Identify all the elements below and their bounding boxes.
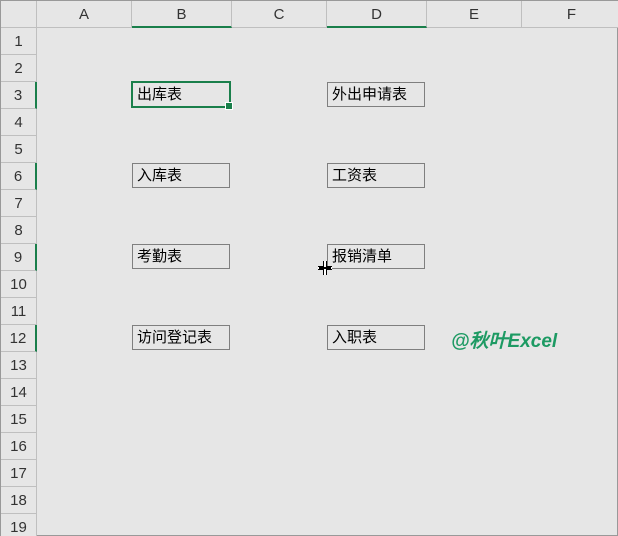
row-header-15[interactable]: 15 [1, 406, 37, 433]
cell-D9[interactable]: 报销清单 [327, 244, 425, 269]
column-header-D[interactable]: D [327, 1, 427, 28]
row-header-12[interactable]: 12 [1, 325, 37, 352]
row-header-3[interactable]: 3 [1, 82, 37, 109]
column-header-C[interactable]: C [232, 1, 327, 28]
row-header-5[interactable]: 5 [1, 136, 37, 163]
cell-B3[interactable]: 出库表 [132, 82, 230, 107]
cell-B12[interactable]: 访问登记表 [132, 325, 230, 350]
cell-B9[interactable]: 考勤表 [132, 244, 230, 269]
watermark: @秋叶Excel [451, 326, 557, 353]
select-all-corner[interactable] [1, 1, 37, 28]
row-header-6[interactable]: 6 [1, 163, 37, 190]
row-header-1[interactable]: 1 [1, 28, 37, 55]
row-header-2[interactable]: 2 [1, 55, 37, 82]
cell-D12[interactable]: 入职表 [327, 325, 425, 350]
row-header-17[interactable]: 17 [1, 460, 37, 487]
cell-grid[interactable]: 出库表 外出申请表入库表 工资表考勤表 报销清单访问登记表 入职表 [37, 28, 617, 535]
row-header-8[interactable]: 8 [1, 217, 37, 244]
column-header-F[interactable]: F [522, 1, 618, 28]
column-header-B[interactable]: B [132, 1, 232, 28]
row-header-4[interactable]: 4 [1, 109, 37, 136]
row-header-11[interactable]: 11 [1, 298, 37, 325]
cell-D3[interactable]: 外出申请表 [327, 82, 425, 107]
cell-D6[interactable]: 工资表 [327, 163, 425, 188]
row-header-16[interactable]: 16 [1, 433, 37, 460]
row-header-10[interactable]: 10 [1, 271, 37, 298]
column-header-E[interactable]: E [427, 1, 522, 28]
row-header-14[interactable]: 14 [1, 379, 37, 406]
row-header-13[interactable]: 13 [1, 352, 37, 379]
row-header-7[interactable]: 7 [1, 190, 37, 217]
row-headers: 12345678910111213141516171819 [1, 28, 37, 536]
spreadsheet: ABCDEF 12345678910111213141516171819 出库表… [0, 0, 618, 536]
row-header-19[interactable]: 19 [1, 514, 37, 536]
row-header-9[interactable]: 9 [1, 244, 37, 271]
row-header-18[interactable]: 18 [1, 487, 37, 514]
column-headers: ABCDEF [1, 1, 618, 28]
cell-B6[interactable]: 入库表 [132, 163, 230, 188]
column-header-A[interactable]: A [37, 1, 132, 28]
